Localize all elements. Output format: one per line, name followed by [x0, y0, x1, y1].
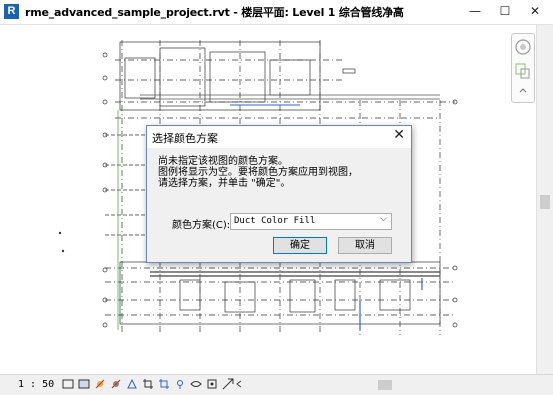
visual-style-icon[interactable] [78, 378, 90, 390]
dialog-title-bar: 选择颜色方案 ✕ [147, 126, 411, 148]
vertical-scroll-thumb[interactable] [540, 195, 550, 209]
dialog-message-line: 图例将显示为空。要将颜色方案应用到视图， [158, 167, 358, 178]
maximize-button[interactable]: ☐ [494, 2, 516, 20]
detail-level-icon[interactable] [62, 378, 74, 390]
dialog-message: 尚未指定该视图的颜色方案。 图例将显示为空。要将颜色方案应用到视图， 请选择方案… [158, 156, 408, 189]
unlock-3d-view-icon[interactable] [174, 378, 186, 390]
dialog-close-icon[interactable]: ✕ [393, 127, 405, 143]
horizontal-scroll-thumb[interactable] [378, 380, 392, 390]
temporary-hide-icon[interactable] [190, 378, 202, 390]
color-scheme-select[interactable]: Duct Color Fill ⌵ [230, 213, 392, 230]
window-title: rme_advanced_sample_project.rvt - 楼层平面: … [25, 6, 404, 19]
cancel-button[interactable]: 取消 [338, 237, 392, 254]
dialog-title: 选择颜色方案 [152, 132, 218, 145]
color-scheme-label: 颜色方案(C): [172, 220, 231, 231]
sun-path-icon[interactable] [94, 378, 106, 390]
color-scheme-value: Duct Color Fill [234, 216, 316, 226]
horizontal-scrollbar[interactable] [242, 379, 542, 391]
dialog-message-line: 尚未指定该视图的颜色方案。 [158, 156, 288, 167]
shadows-icon[interactable] [110, 378, 122, 390]
show-crop-region-icon[interactable] [158, 378, 170, 390]
view-scale[interactable]: 1 : 50 [18, 379, 54, 390]
window-title-bar: R rme_advanced_sample_project.rvt - 楼层平面… [0, 0, 553, 25]
revit-app-icon[interactable]: R [4, 4, 19, 19]
dialog-message-line: 请选择方案，并单击 "确定"。 [158, 178, 291, 189]
chevron-down-icon: ⌵ [380, 214, 387, 224]
crop-view-icon[interactable] [142, 378, 154, 390]
navigation-bar-icons [515, 39, 531, 93]
render-icon[interactable] [126, 378, 138, 390]
minimize-button[interactable]: — [464, 2, 486, 20]
vertical-scrollbar[interactable] [536, 25, 553, 374]
close-button[interactable]: ✕ [524, 2, 546, 20]
ok-button[interactable]: 确定 [273, 237, 327, 254]
select-color-scheme-dialog: 选择颜色方案 ✕ 尚未指定该视图的颜色方案。 图例将显示为空。要将颜色方案应用到… [146, 125, 412, 263]
view-control-bar: 1 : 50 [0, 374, 553, 395]
reveal-hidden-icon[interactable] [206, 378, 218, 390]
navigation-bar[interactable] [511, 33, 535, 103]
